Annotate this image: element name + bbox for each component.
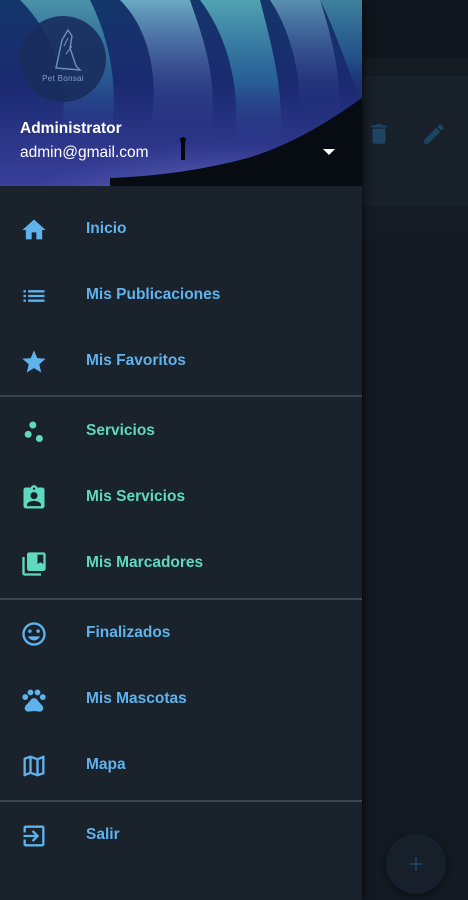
home-icon [22, 219, 46, 240]
menu-item-salir[interactable]: Salir [0, 802, 362, 868]
edit-icon[interactable] [421, 121, 447, 147]
avatar-text: Pet Bonsai [42, 74, 84, 83]
scatter-icon [24, 421, 43, 443]
menu-item-inicio[interactable]: Inicio [0, 196, 362, 262]
menu-item-mis-publicaciones[interactable]: Mis Publicaciones [0, 262, 362, 328]
menu-item-mis-favoritos[interactable]: Mis Favoritos [0, 328, 362, 394]
menu-item-label: Inicio [86, 220, 127, 237]
menu-item-label: Servicios [86, 422, 155, 439]
map-icon [23, 755, 45, 777]
paw-icon [22, 689, 46, 712]
delete-icon[interactable] [366, 121, 392, 147]
menu-item-servicios[interactable]: Servicios [0, 398, 362, 464]
menu-item-mapa[interactable]: Mapa [0, 732, 362, 798]
star-icon [22, 350, 46, 373]
smile-icon [22, 622, 46, 646]
menu-item-label: Finalizados [86, 624, 171, 641]
menu-item-label: Mis Servicios [86, 488, 186, 505]
menu-item-finalizados[interactable]: Finalizados [0, 600, 362, 666]
list-icon [23, 290, 45, 302]
menu-item-label: Salir [86, 826, 120, 843]
contact-badge-icon [23, 485, 45, 509]
arrow-drop-down-icon [323, 149, 335, 155]
menu-item-label: Mis Publicaciones [86, 286, 221, 303]
library-icon [22, 552, 46, 576]
menu-item-label: Mis Favoritos [86, 352, 186, 369]
menu-item-mis-marcadores[interactable]: Mis Marcadores [0, 530, 362, 596]
menu-item-mis-mascotas[interactable]: Mis Mascotas [0, 666, 362, 732]
navigation-drawer: Pet Bonsai Administrator admin@gmail.com… [0, 0, 362, 900]
dog-logo-icon [55, 28, 82, 71]
add-button[interactable] [386, 834, 446, 894]
account-dropdown-toggle[interactable] [318, 143, 340, 161]
background-list [362, 236, 468, 900]
add-icon [409, 857, 423, 871]
menu-item-label: Mapa [86, 756, 126, 773]
drawer-header: Pet Bonsai Administrator admin@gmail.com [0, 0, 362, 186]
menu-item-mis-servicios[interactable]: Mis Servicios [0, 464, 362, 530]
exit-icon [23, 825, 45, 847]
user-email: admin@gmail.com [20, 144, 149, 161]
user-name: Administrator [20, 120, 122, 137]
menu-item-label: Mis Mascotas [86, 690, 187, 707]
avatar[interactable]: Pet Bonsai [20, 16, 106, 102]
menu-item-label: Mis Marcadores [86, 554, 204, 571]
menu-divider [0, 395, 362, 397]
